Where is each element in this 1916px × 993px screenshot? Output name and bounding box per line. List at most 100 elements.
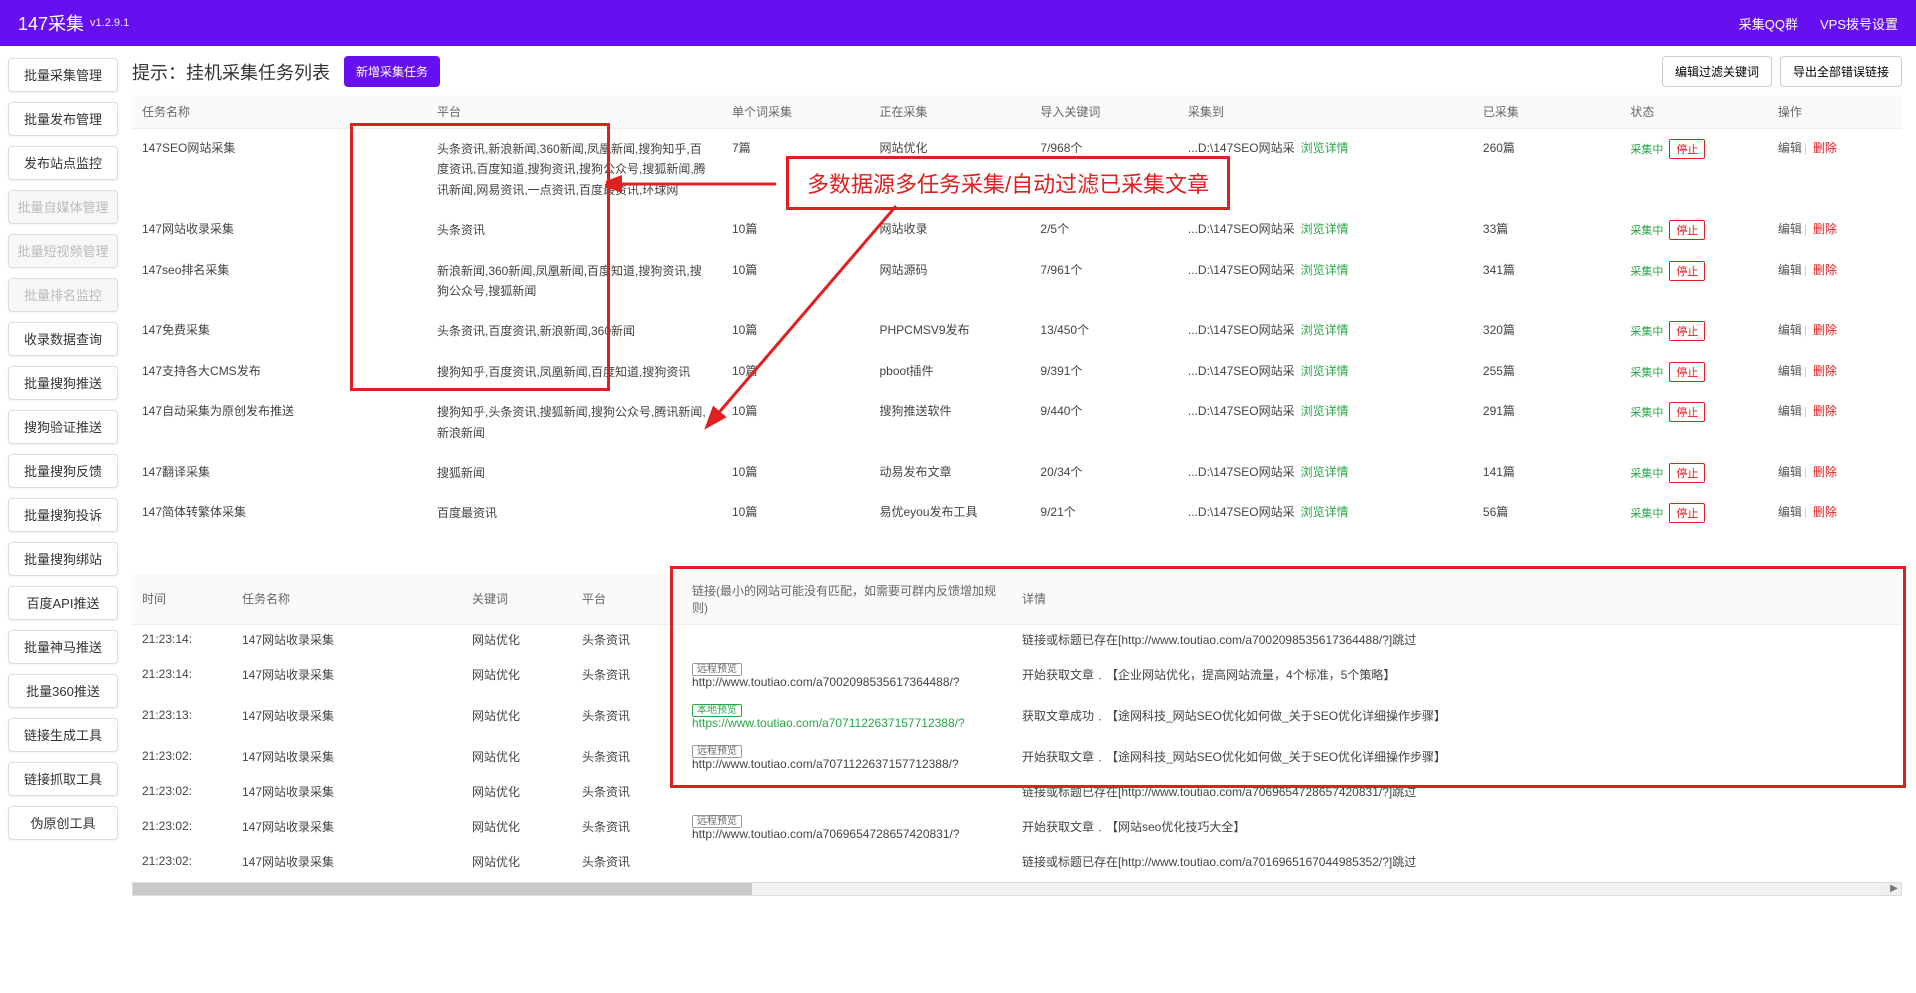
log-detail: 链接或标题已存在[http://www.toutiao.com/a7069654… <box>1012 777 1902 806</box>
stop-button[interactable]: 停止 <box>1669 362 1705 382</box>
export-error-links-button[interactable]: 导出全部错误链接 <box>1780 56 1902 87</box>
sidebar-item[interactable]: 批量搜狗绑站 <box>8 542 118 576</box>
status-badge: 采集中 <box>1630 141 1663 157</box>
stop-button[interactable]: 停止 <box>1669 463 1705 483</box>
status-badge: 采集中 <box>1630 505 1663 521</box>
edit-link[interactable]: 编辑 <box>1778 323 1802 337</box>
browse-detail-link[interactable]: 浏览详情 <box>1301 141 1349 155</box>
sidebar-item[interactable]: 批量发布管理 <box>8 102 118 136</box>
browse-detail-link[interactable]: 浏览详情 <box>1301 404 1349 418</box>
browse-detail-link[interactable]: 浏览详情 <box>1301 364 1349 378</box>
edit-filter-keywords-button[interactable]: 编辑过滤关键词 <box>1662 56 1772 87</box>
cell-op: 编辑|删除 <box>1768 352 1902 392</box>
status-badge: 采集中 <box>1630 364 1663 380</box>
log-link-cell <box>682 847 1012 876</box>
sidebar: 批量采集管理批量发布管理发布站点监控批量自媒体管理批量短视频管理批量排名监控收录… <box>0 46 126 906</box>
delete-link[interactable]: 删除 <box>1813 465 1837 479</box>
browse-detail-link[interactable]: 浏览详情 <box>1301 263 1349 277</box>
col-import-kw: 导入关键词 <box>1030 95 1178 129</box>
delete-link[interactable]: 删除 <box>1813 222 1837 236</box>
cell-collect-to: ...D:\147SEO网站采浏览详情 <box>1178 210 1473 250</box>
log-detail: 开始获取文章﹒【途网科技_网站SEO优化如何做_关于SEO优化详细操作步骤】 <box>1012 736 1902 777</box>
cell-import-kw: 9/21个 <box>1030 493 1178 533</box>
edit-link[interactable]: 编辑 <box>1778 505 1802 519</box>
browse-detail-link[interactable]: 浏览详情 <box>1301 505 1349 519</box>
stop-button[interactable]: 停止 <box>1669 321 1705 341</box>
log-row: 21:23:02:147网站收录采集网站优化头条资讯链接或标题已存在[http:… <box>132 777 1902 806</box>
log-link[interactable]: http://www.toutiao.com/a7071122637157712… <box>692 757 959 771</box>
log-link[interactable]: http://www.toutiao.com/a7002098535617364… <box>692 675 960 689</box>
sidebar-item[interactable]: 百度API推送 <box>8 586 118 620</box>
sidebar-item[interactable]: 批量搜狗投诉 <box>8 498 118 532</box>
sidebar-item: 批量自媒体管理 <box>8 190 118 224</box>
vps-settings-link[interactable]: VPS拨号设置 <box>1820 14 1898 33</box>
browse-detail-link[interactable]: 浏览详情 <box>1301 465 1349 479</box>
log-keyword: 网站优化 <box>462 624 572 654</box>
table-row: 147免费采集头条资讯,百度资讯,新浪新闻,360新闻10篇PHPCMSV9发布… <box>132 311 1902 351</box>
cell-platform: 头条资讯,百度资讯,新浪新闻,360新闻 <box>427 311 722 351</box>
log-keyword: 网站优化 <box>462 736 572 777</box>
log-link[interactable]: http://www.toutiao.com/a7069654728657420… <box>692 827 960 841</box>
log-link-cell: 远程预览http://www.toutiao.com/a700209853561… <box>682 654 1012 695</box>
browse-detail-link[interactable]: 浏览详情 <box>1301 323 1349 337</box>
log-time: 21:23:13: <box>132 695 232 736</box>
sidebar-item[interactable]: 批量搜狗反馈 <box>8 454 118 488</box>
cell-task-name: 147免费采集 <box>132 311 427 351</box>
edit-link[interactable]: 编辑 <box>1778 141 1802 155</box>
log-link[interactable]: https://www.toutiao.com/a707112263715771… <box>692 716 965 730</box>
edit-link[interactable]: 编辑 <box>1778 263 1802 277</box>
sidebar-item: 批量短视频管理 <box>8 234 118 268</box>
browse-detail-link[interactable]: 浏览详情 <box>1301 222 1349 236</box>
log-detail: 获取文章成功﹒【途网科技_网站SEO优化如何做_关于SEO优化详细操作步骤】 <box>1012 695 1902 736</box>
qq-group-link[interactable]: 采集QQ群 <box>1739 14 1798 33</box>
cell-collected: 56篇 <box>1473 493 1621 533</box>
edit-link[interactable]: 编辑 <box>1778 465 1802 479</box>
sidebar-item[interactable]: 链接生成工具 <box>8 718 118 752</box>
edit-link[interactable]: 编辑 <box>1778 404 1802 418</box>
log-link-cell <box>682 777 1012 806</box>
cell-collect-to: ...D:\147SEO网站采浏览详情 <box>1178 311 1473 351</box>
sidebar-item[interactable]: 伪原创工具 <box>8 806 118 840</box>
edit-link[interactable]: 编辑 <box>1778 364 1802 378</box>
cell-collect-to: ...D:\147SEO网站采浏览详情 <box>1178 352 1473 392</box>
stop-button[interactable]: 停止 <box>1669 139 1705 159</box>
cell-import-kw: 20/34个 <box>1030 453 1178 493</box>
delete-link[interactable]: 删除 <box>1813 263 1837 277</box>
delete-link[interactable]: 删除 <box>1813 364 1837 378</box>
edit-link[interactable]: 编辑 <box>1778 222 1802 236</box>
sidebar-item[interactable]: 收录数据查询 <box>8 322 118 356</box>
cell-op: 编辑|删除 <box>1768 311 1902 351</box>
stop-button[interactable]: 停止 <box>1669 220 1705 240</box>
scroll-thumb[interactable] <box>133 883 752 895</box>
sidebar-item[interactable]: 发布站点监控 <box>8 146 118 180</box>
delete-link[interactable]: 删除 <box>1813 323 1837 337</box>
cell-platform: 搜狐新闻 <box>427 453 722 493</box>
horizontal-scrollbar[interactable]: ◀ ▶ <box>132 882 1902 896</box>
log-link-cell: 远程预览http://www.toutiao.com/a707112263715… <box>682 736 1012 777</box>
sidebar-item[interactable]: 链接抓取工具 <box>8 762 118 796</box>
cell-status: 采集中停止 <box>1620 392 1768 453</box>
scroll-right-icon[interactable]: ▶ <box>1887 883 1901 895</box>
sidebar-item[interactable]: 搜狗验证推送 <box>8 410 118 444</box>
delete-link[interactable]: 删除 <box>1813 505 1837 519</box>
stop-button[interactable]: 停止 <box>1669 402 1705 422</box>
delete-link[interactable]: 删除 <box>1813 404 1837 418</box>
log-link-cell <box>682 624 1012 654</box>
sidebar-item[interactable]: 批量采集管理 <box>8 58 118 92</box>
delete-link[interactable]: 删除 <box>1813 141 1837 155</box>
sidebar-item[interactable]: 批量神马推送 <box>8 630 118 664</box>
log-col-task: 任务名称 <box>232 574 462 625</box>
add-task-button[interactable]: 新增采集任务 <box>344 56 440 87</box>
cell-import-kw: 2/5个 <box>1030 210 1178 250</box>
sidebar-item[interactable]: 批量360推送 <box>8 674 118 708</box>
stop-button[interactable]: 停止 <box>1669 503 1705 523</box>
log-col-detail: 详情 <box>1012 574 1902 625</box>
cell-collecting: 易优eyou发布工具 <box>870 493 1031 533</box>
stop-button[interactable]: 停止 <box>1669 261 1705 281</box>
sidebar-item[interactable]: 批量搜狗推送 <box>8 366 118 400</box>
cell-op: 编辑|删除 <box>1768 453 1902 493</box>
log-task: 147网站收录采集 <box>232 777 462 806</box>
log-platform: 头条资讯 <box>572 806 682 847</box>
cell-task-name: 147SEO网站采集 <box>132 129 427 211</box>
log-task: 147网站收录采集 <box>232 847 462 876</box>
